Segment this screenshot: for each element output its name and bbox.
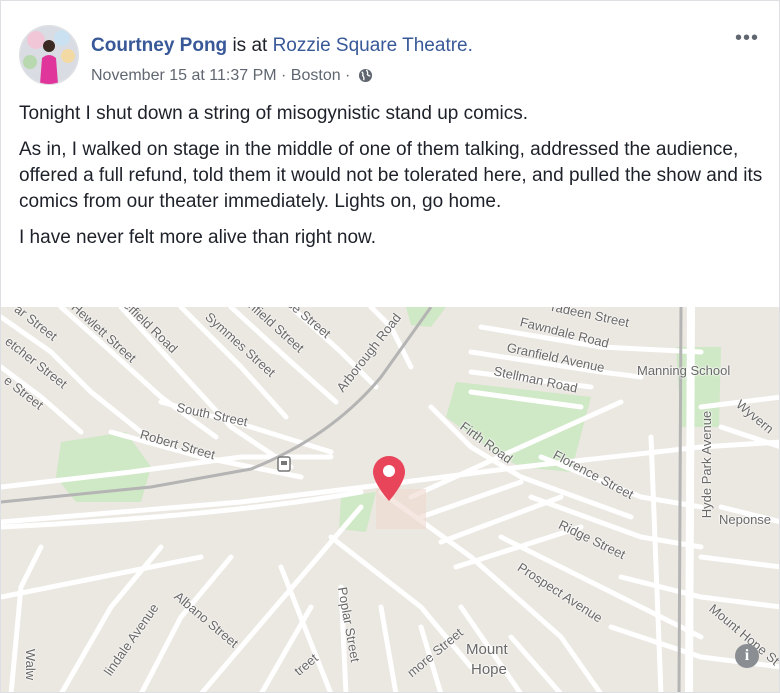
map-label: Hope: [471, 661, 507, 678]
map-info-icon[interactable]: i: [735, 644, 759, 668]
meta-separator: ·: [340, 67, 355, 84]
post-paragraph: As in, I walked on stage in the middle o…: [19, 139, 763, 212]
map-pin-icon[interactable]: [371, 455, 407, 503]
map-label: Manning School: [637, 363, 731, 378]
location-map[interactable]: ar Street Hewlett Street effield Road Sy…: [1, 307, 779, 692]
author-line: Courtney Pong is at Rozzie Square Theatr…: [91, 35, 473, 57]
post-body: Tonight I shut down a string of misogyni…: [19, 101, 763, 261]
more-options-icon[interactable]: •••: [733, 28, 761, 51]
map-label: Mount: [466, 641, 508, 658]
checkin-text: is at: [227, 35, 273, 56]
map-label: Walw: [23, 648, 39, 681]
map-label: Hyde Park Avenue: [699, 410, 715, 519]
meta-separator: ·: [276, 67, 291, 84]
map-label: Neponse: [719, 512, 772, 527]
avatar[interactable]: [19, 25, 79, 85]
post-card: Courtney Pong is at Rozzie Square Theatr…: [0, 0, 780, 693]
post-header: Courtney Pong is at Rozzie Square Theatr…: [19, 25, 761, 89]
post-city[interactable]: Boston: [291, 67, 341, 84]
location-link[interactable]: Rozzie Square Theatre.: [273, 35, 473, 56]
post-paragraph: Tonight I shut down a string of misogyni…: [19, 103, 529, 124]
post-timestamp[interactable]: November 15 at 11:37 PM: [91, 67, 277, 84]
globe-icon[interactable]: [358, 68, 373, 88]
post-paragraph: I have never felt more alive than right …: [19, 227, 376, 248]
author-name[interactable]: Courtney Pong: [91, 35, 227, 56]
post-meta: November 15 at 11:37 PM · Boston ·: [91, 67, 373, 88]
